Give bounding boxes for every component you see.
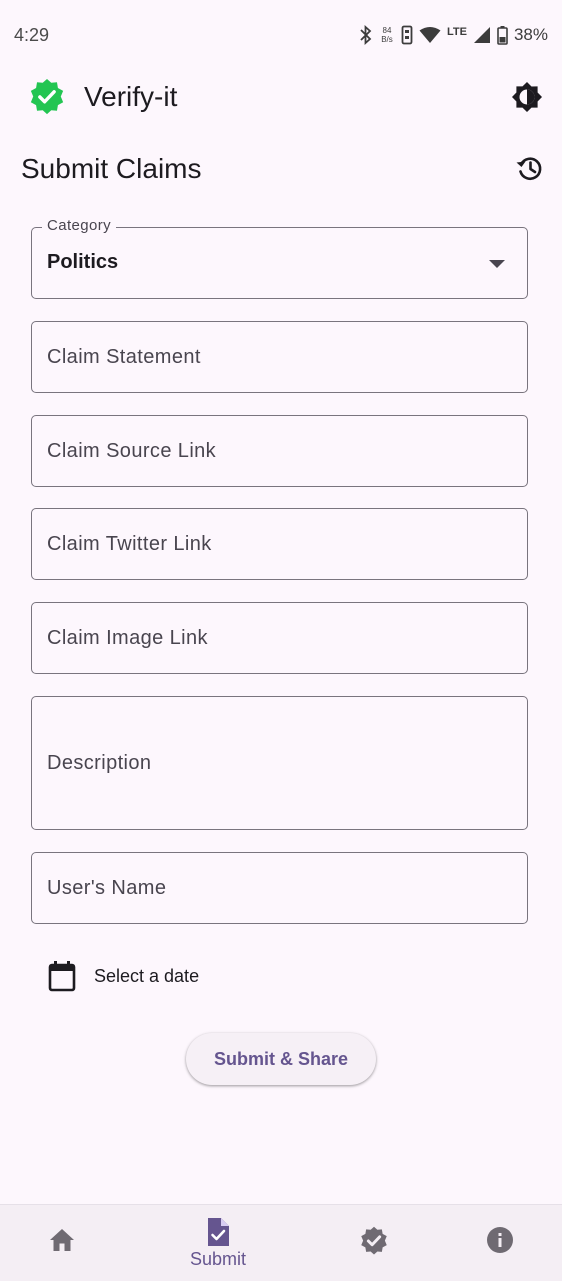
description-placeholder: Description — [47, 752, 152, 774]
bottom-navigation: Submit — [0, 1204, 562, 1281]
nav-item-info[interactable] — [430, 1205, 562, 1281]
page-title: Submit Claims — [21, 153, 202, 184]
nav-item-home[interactable] — [0, 1205, 132, 1281]
date-label: Select a date — [94, 965, 200, 986]
claim-source-link-placeholder: Claim Source Link — [47, 440, 217, 462]
nav-item-submit[interactable]: Submit — [148, 1205, 288, 1281]
submit-document-icon — [208, 1218, 229, 1246]
user-name-placeholder: User's Name — [47, 877, 167, 899]
vibrate-icon — [401, 25, 413, 45]
brightness-toggle-icon[interactable] — [510, 80, 544, 114]
signal-icon — [473, 27, 490, 43]
wifi-icon — [419, 27, 441, 43]
battery-icon — [497, 25, 508, 45]
home-icon — [50, 1229, 74, 1251]
description-field[interactable]: Description — [31, 696, 528, 830]
network-type: LTE — [447, 26, 467, 38]
dropdown-arrow-icon — [489, 260, 505, 268]
status-icons: 84 B/s LTE 38% — [359, 22, 548, 48]
submit-share-button[interactable]: Submit & Share — [186, 1033, 376, 1085]
battery-percent: 38% — [513, 25, 548, 44]
app-title: Verify-it — [84, 81, 178, 112]
category-dropdown[interactable]: Category Politics — [31, 217, 528, 299]
bluetooth-icon — [360, 25, 372, 45]
claim-image-link-placeholder: Claim Image Link — [47, 627, 208, 649]
calendar-icon — [48, 961, 76, 992]
category-label: Category — [42, 217, 117, 234]
net-speed-value: 84 — [382, 26, 392, 35]
claim-image-link-field[interactable]: Claim Image Link — [31, 602, 528, 674]
claim-statement-field[interactable]: Claim Statement — [31, 321, 528, 393]
net-speed-unit: B/s — [381, 35, 393, 44]
nav-item-verified[interactable] — [304, 1205, 444, 1281]
verified-logo-icon — [30, 78, 64, 115]
net-speed: 84 B/s — [379, 26, 395, 44]
info-icon — [487, 1227, 513, 1253]
status-bar: 4:29 84 B/s LTE 38% — [0, 0, 562, 70]
claim-source-link-field[interactable]: Claim Source Link — [31, 415, 528, 487]
nav-label-submit: Submit — [189, 1249, 247, 1269]
app-bar: Verify-it — [0, 70, 562, 126]
claim-statement-placeholder: Claim Statement — [47, 346, 201, 368]
verified-badge-icon — [361, 1226, 387, 1255]
claim-twitter-link-field[interactable]: Claim Twitter Link — [31, 508, 528, 580]
category-value: Politics — [47, 251, 119, 273]
history-icon[interactable] — [514, 152, 546, 184]
status-time: 4:29 — [14, 25, 50, 45]
date-picker-row[interactable]: Select a date — [48, 958, 199, 994]
claim-twitter-link-placeholder: Claim Twitter Link — [47, 533, 212, 555]
user-name-field[interactable]: User's Name — [31, 852, 528, 924]
